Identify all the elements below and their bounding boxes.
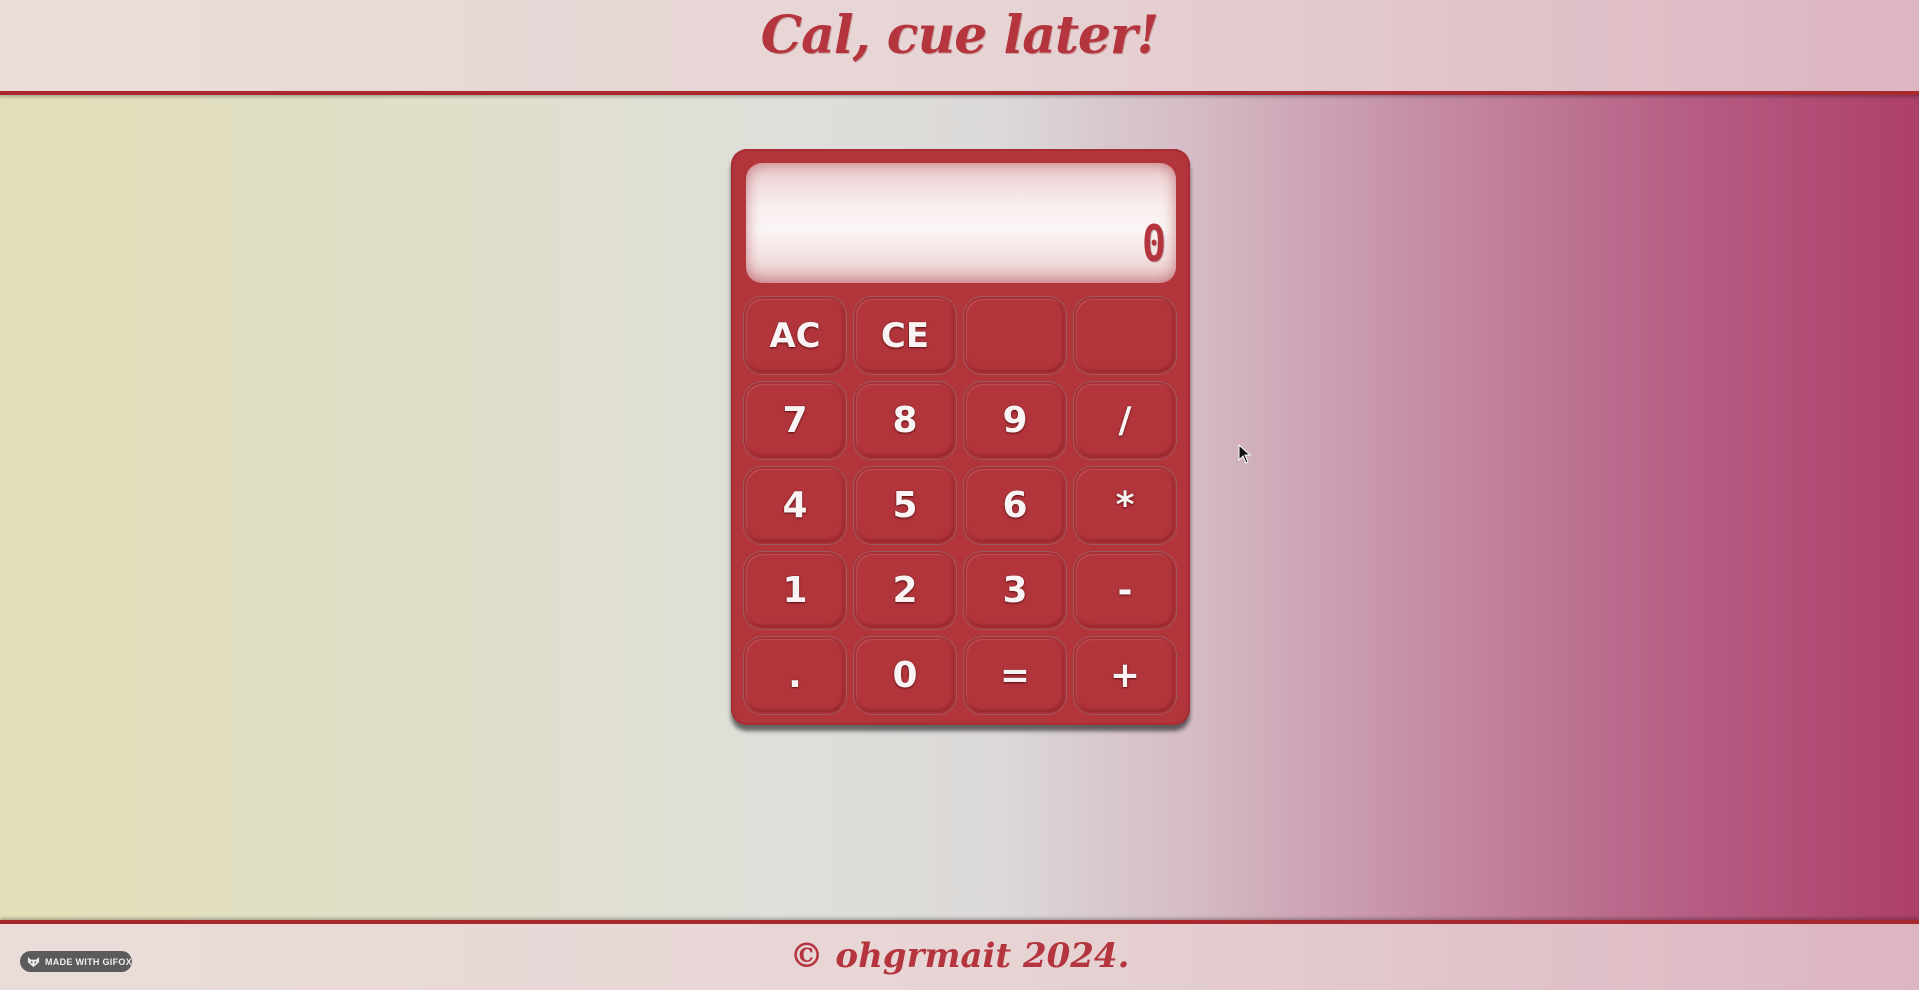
- all-clear-button[interactable]: AC: [744, 297, 846, 374]
- multiply-button[interactable]: *: [1074, 467, 1176, 544]
- display-value: 0: [1141, 215, 1166, 273]
- add-button[interactable]: +: [1074, 637, 1176, 714]
- clear-entry-button[interactable]: CE: [854, 297, 956, 374]
- digit-3-button[interactable]: 3: [964, 552, 1066, 629]
- copyright-text: © ohgrmait 2024.: [789, 936, 1130, 976]
- page-header: Cal, cue later!: [0, 0, 1919, 95]
- decimal-button[interactable]: .: [744, 637, 846, 714]
- page-title: Cal, cue later!: [760, 5, 1159, 66]
- keypad: AC CE 7 8 9/ 4 5 6 * 1 2 3-. 0 = +: [744, 297, 1177, 714]
- digit-8-button[interactable]: 8: [854, 382, 956, 459]
- digit-1-button[interactable]: 1: [744, 552, 846, 629]
- digit-2-button[interactable]: 2: [854, 552, 956, 629]
- digit-7-button[interactable]: 7: [744, 382, 846, 459]
- blank-button-1[interactable]: [964, 297, 1066, 374]
- digit-0-button[interactable]: 0: [854, 637, 956, 714]
- equals-button[interactable]: =: [964, 637, 1066, 714]
- blank-button-2[interactable]: [1074, 297, 1176, 374]
- mouse-pointer-icon: [1238, 444, 1252, 464]
- page-footer: MADE WITH GIFOX © ohgrmait 2024.: [0, 920, 1919, 990]
- calculator: 0 AC CE 7 8 9/4 5 6 * 1 2 3-. 0 = +: [731, 149, 1190, 725]
- digit-9-button[interactable]: 9: [964, 382, 1066, 459]
- digit-5-button[interactable]: 5: [854, 467, 956, 544]
- calculator-display: 0: [746, 163, 1176, 283]
- subtract-button[interactable]: -: [1074, 552, 1176, 629]
- digit-6-button[interactable]: 6: [964, 467, 1066, 544]
- divide-button[interactable]: /: [1074, 382, 1176, 459]
- digit-4-button[interactable]: 4: [744, 467, 846, 544]
